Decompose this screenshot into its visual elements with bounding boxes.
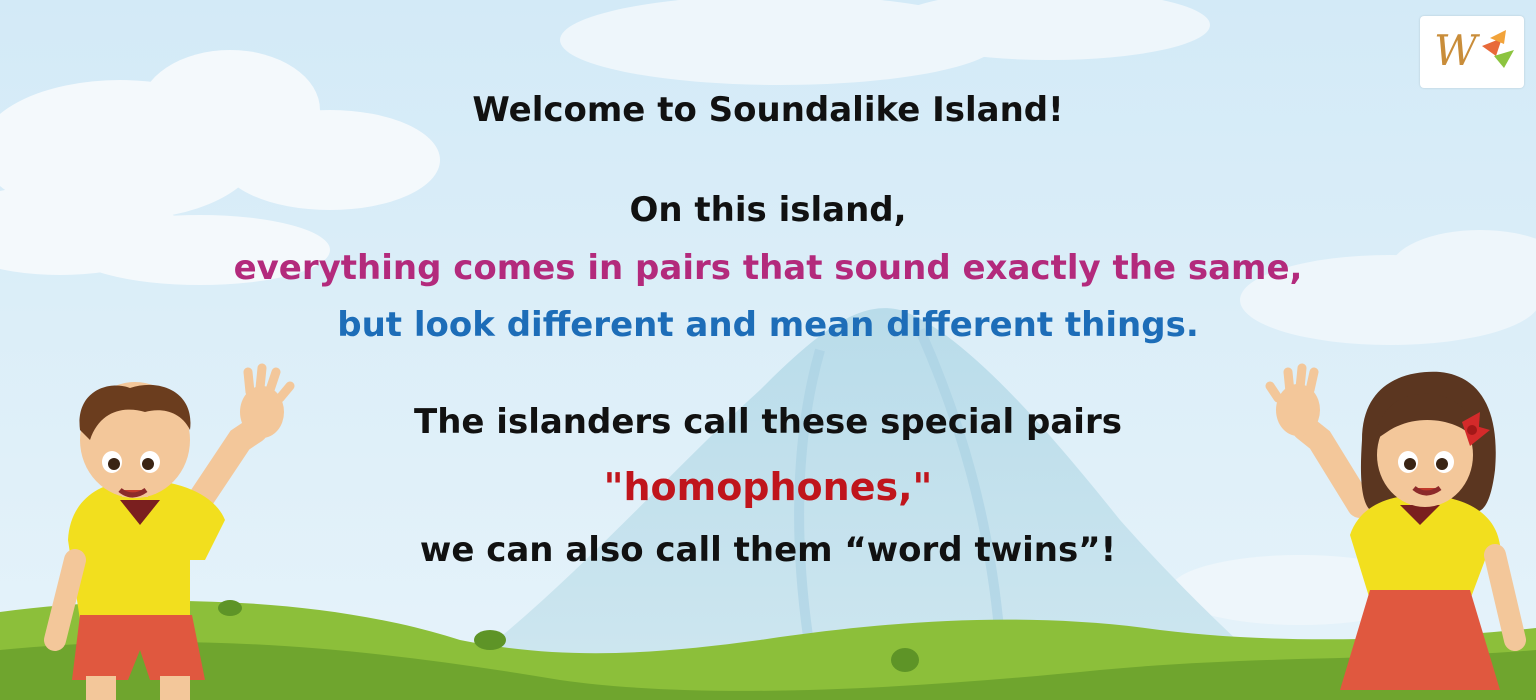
intro-line: On this island, — [629, 190, 907, 230]
islanders-line: The islanders call these special pairs — [414, 402, 1122, 442]
word-twins-line: we can also call them “word twins”! — [419, 530, 1117, 570]
brand-logo[interactable]: W — [1420, 16, 1524, 88]
welcome-title: Welcome to Soundalike Island! — [472, 90, 1064, 130]
homophones-word: "homophones," — [603, 465, 933, 509]
meaning-line: but look different and mean different th… — [337, 305, 1199, 345]
logo-flags-icon — [1482, 30, 1514, 68]
pairs-line: everything comes in pairs that sound exa… — [233, 248, 1303, 288]
